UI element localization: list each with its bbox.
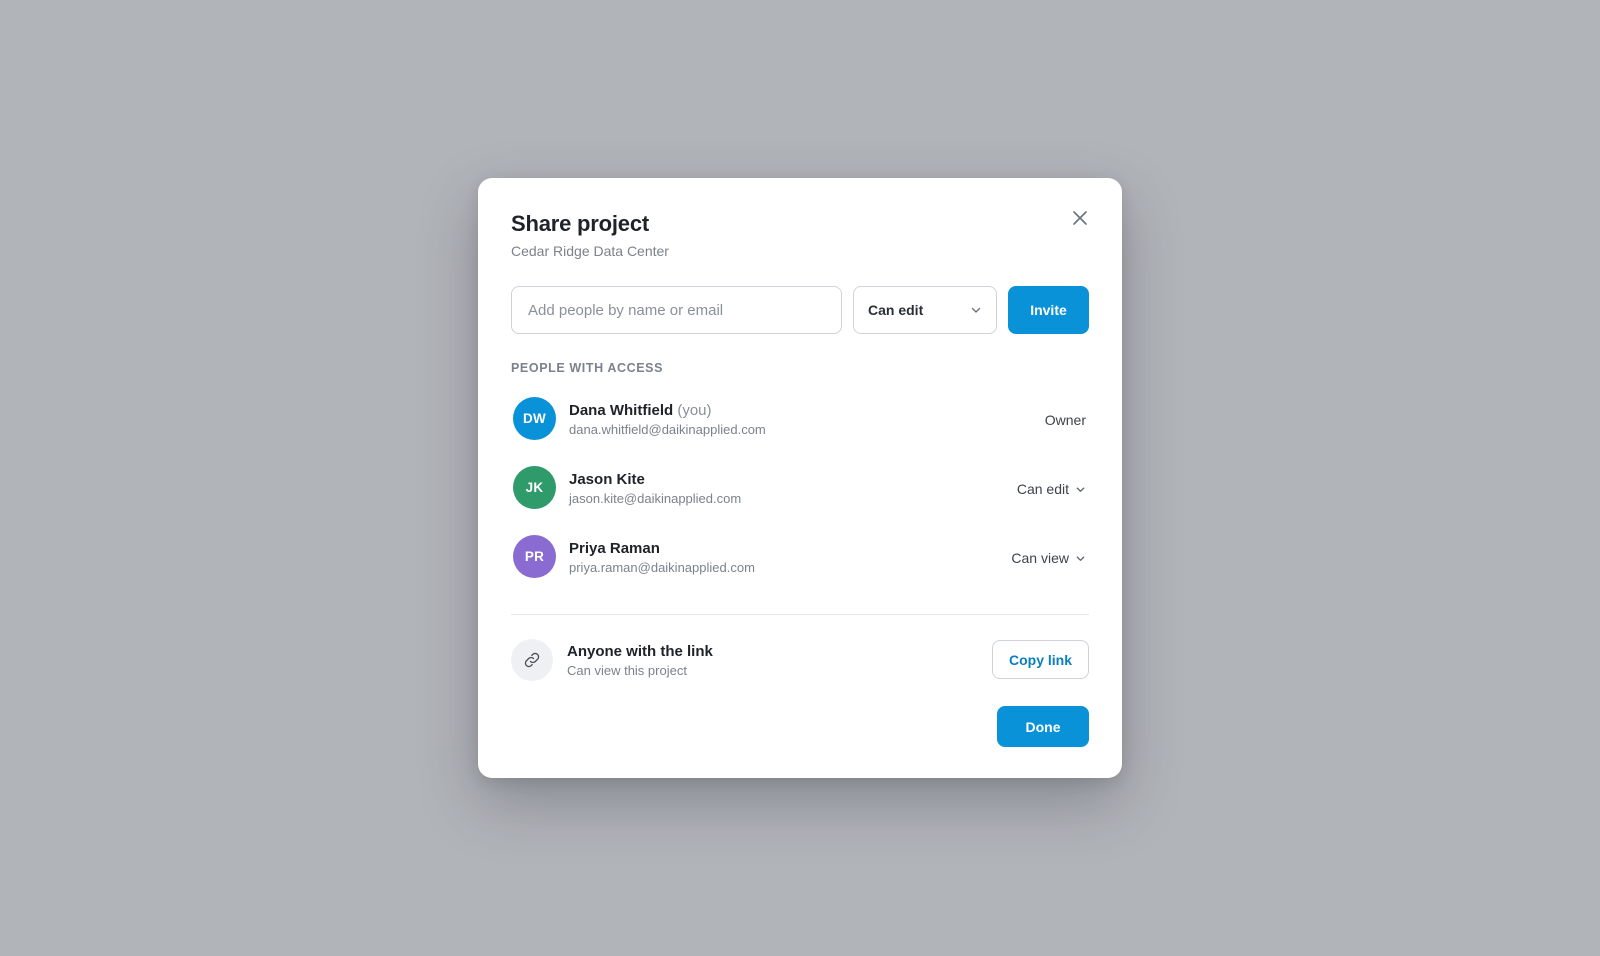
person-row: PR Priya Raman priya.raman@daikinapplied… bbox=[511, 535, 1089, 579]
avatar: PR bbox=[513, 535, 556, 578]
person-name: Priya Raman bbox=[569, 540, 660, 557]
person-email: dana.whitfield@daikinapplied.com bbox=[569, 422, 766, 437]
owner-role-label: Owner bbox=[1044, 412, 1086, 428]
copy-link-button[interactable]: Copy link bbox=[992, 640, 1089, 679]
person-role-label: Can view bbox=[1011, 550, 1069, 566]
chevron-down-icon bbox=[1076, 555, 1085, 561]
link-icon-circle bbox=[511, 639, 553, 681]
link-sharing-subtitle: Can view this project bbox=[567, 663, 687, 678]
invite-row: Can edit Invite bbox=[511, 286, 1089, 334]
avatar: JK bbox=[513, 466, 556, 509]
section-divider bbox=[511, 614, 1089, 615]
person-email: priya.raman@daikinapplied.com bbox=[569, 560, 755, 575]
invite-role-selected: Can edit bbox=[868, 302, 924, 318]
close-button[interactable] bbox=[1066, 204, 1094, 232]
person-name: Dana Whitfield (you) bbox=[569, 402, 712, 419]
chevron-down-icon bbox=[971, 307, 981, 313]
person-name-text: Priya Raman bbox=[569, 540, 660, 557]
person-role-label: Can edit bbox=[1016, 481, 1069, 497]
share-project-dialog: Share project Cedar Ridge Data Center Ca… bbox=[478, 178, 1122, 778]
link-sharing-title: Anyone with the link bbox=[567, 643, 713, 660]
invite-role-select[interactable]: Can edit bbox=[853, 286, 997, 334]
done-button[interactable]: Done bbox=[997, 706, 1089, 747]
person-role-dropdown[interactable]: Can view bbox=[1011, 547, 1086, 569]
dialog-title: Share project bbox=[511, 211, 650, 236]
close-icon bbox=[1073, 211, 1087, 225]
person-name-text: Jason Kite bbox=[569, 471, 645, 488]
chevron-down-icon bbox=[1076, 486, 1085, 492]
link-sharing-row: Anyone with the link Can view this proje… bbox=[511, 639, 1089, 681]
invite-button[interactable]: Invite bbox=[1008, 286, 1089, 334]
people-with-access-label: PEOPLE WITH ACCESS bbox=[511, 361, 664, 375]
dialog-subtitle: Cedar Ridge Data Center bbox=[511, 243, 669, 259]
person-name: Jason Kite bbox=[569, 471, 645, 488]
person-role-dropdown[interactable]: Can edit bbox=[1017, 478, 1086, 500]
person-row: DW Dana Whitfield (you) dana.whitfield@d… bbox=[511, 397, 1089, 441]
person-name-text: Dana Whitfield bbox=[569, 402, 674, 419]
you-indicator: (you) bbox=[677, 402, 712, 419]
person-row: JK Jason Kite jason.kite@daikinapplied.c… bbox=[511, 466, 1089, 510]
link-icon bbox=[524, 652, 540, 668]
person-email: jason.kite@daikinapplied.com bbox=[569, 491, 742, 506]
avatar: DW bbox=[513, 397, 556, 440]
add-people-input[interactable] bbox=[511, 286, 842, 334]
